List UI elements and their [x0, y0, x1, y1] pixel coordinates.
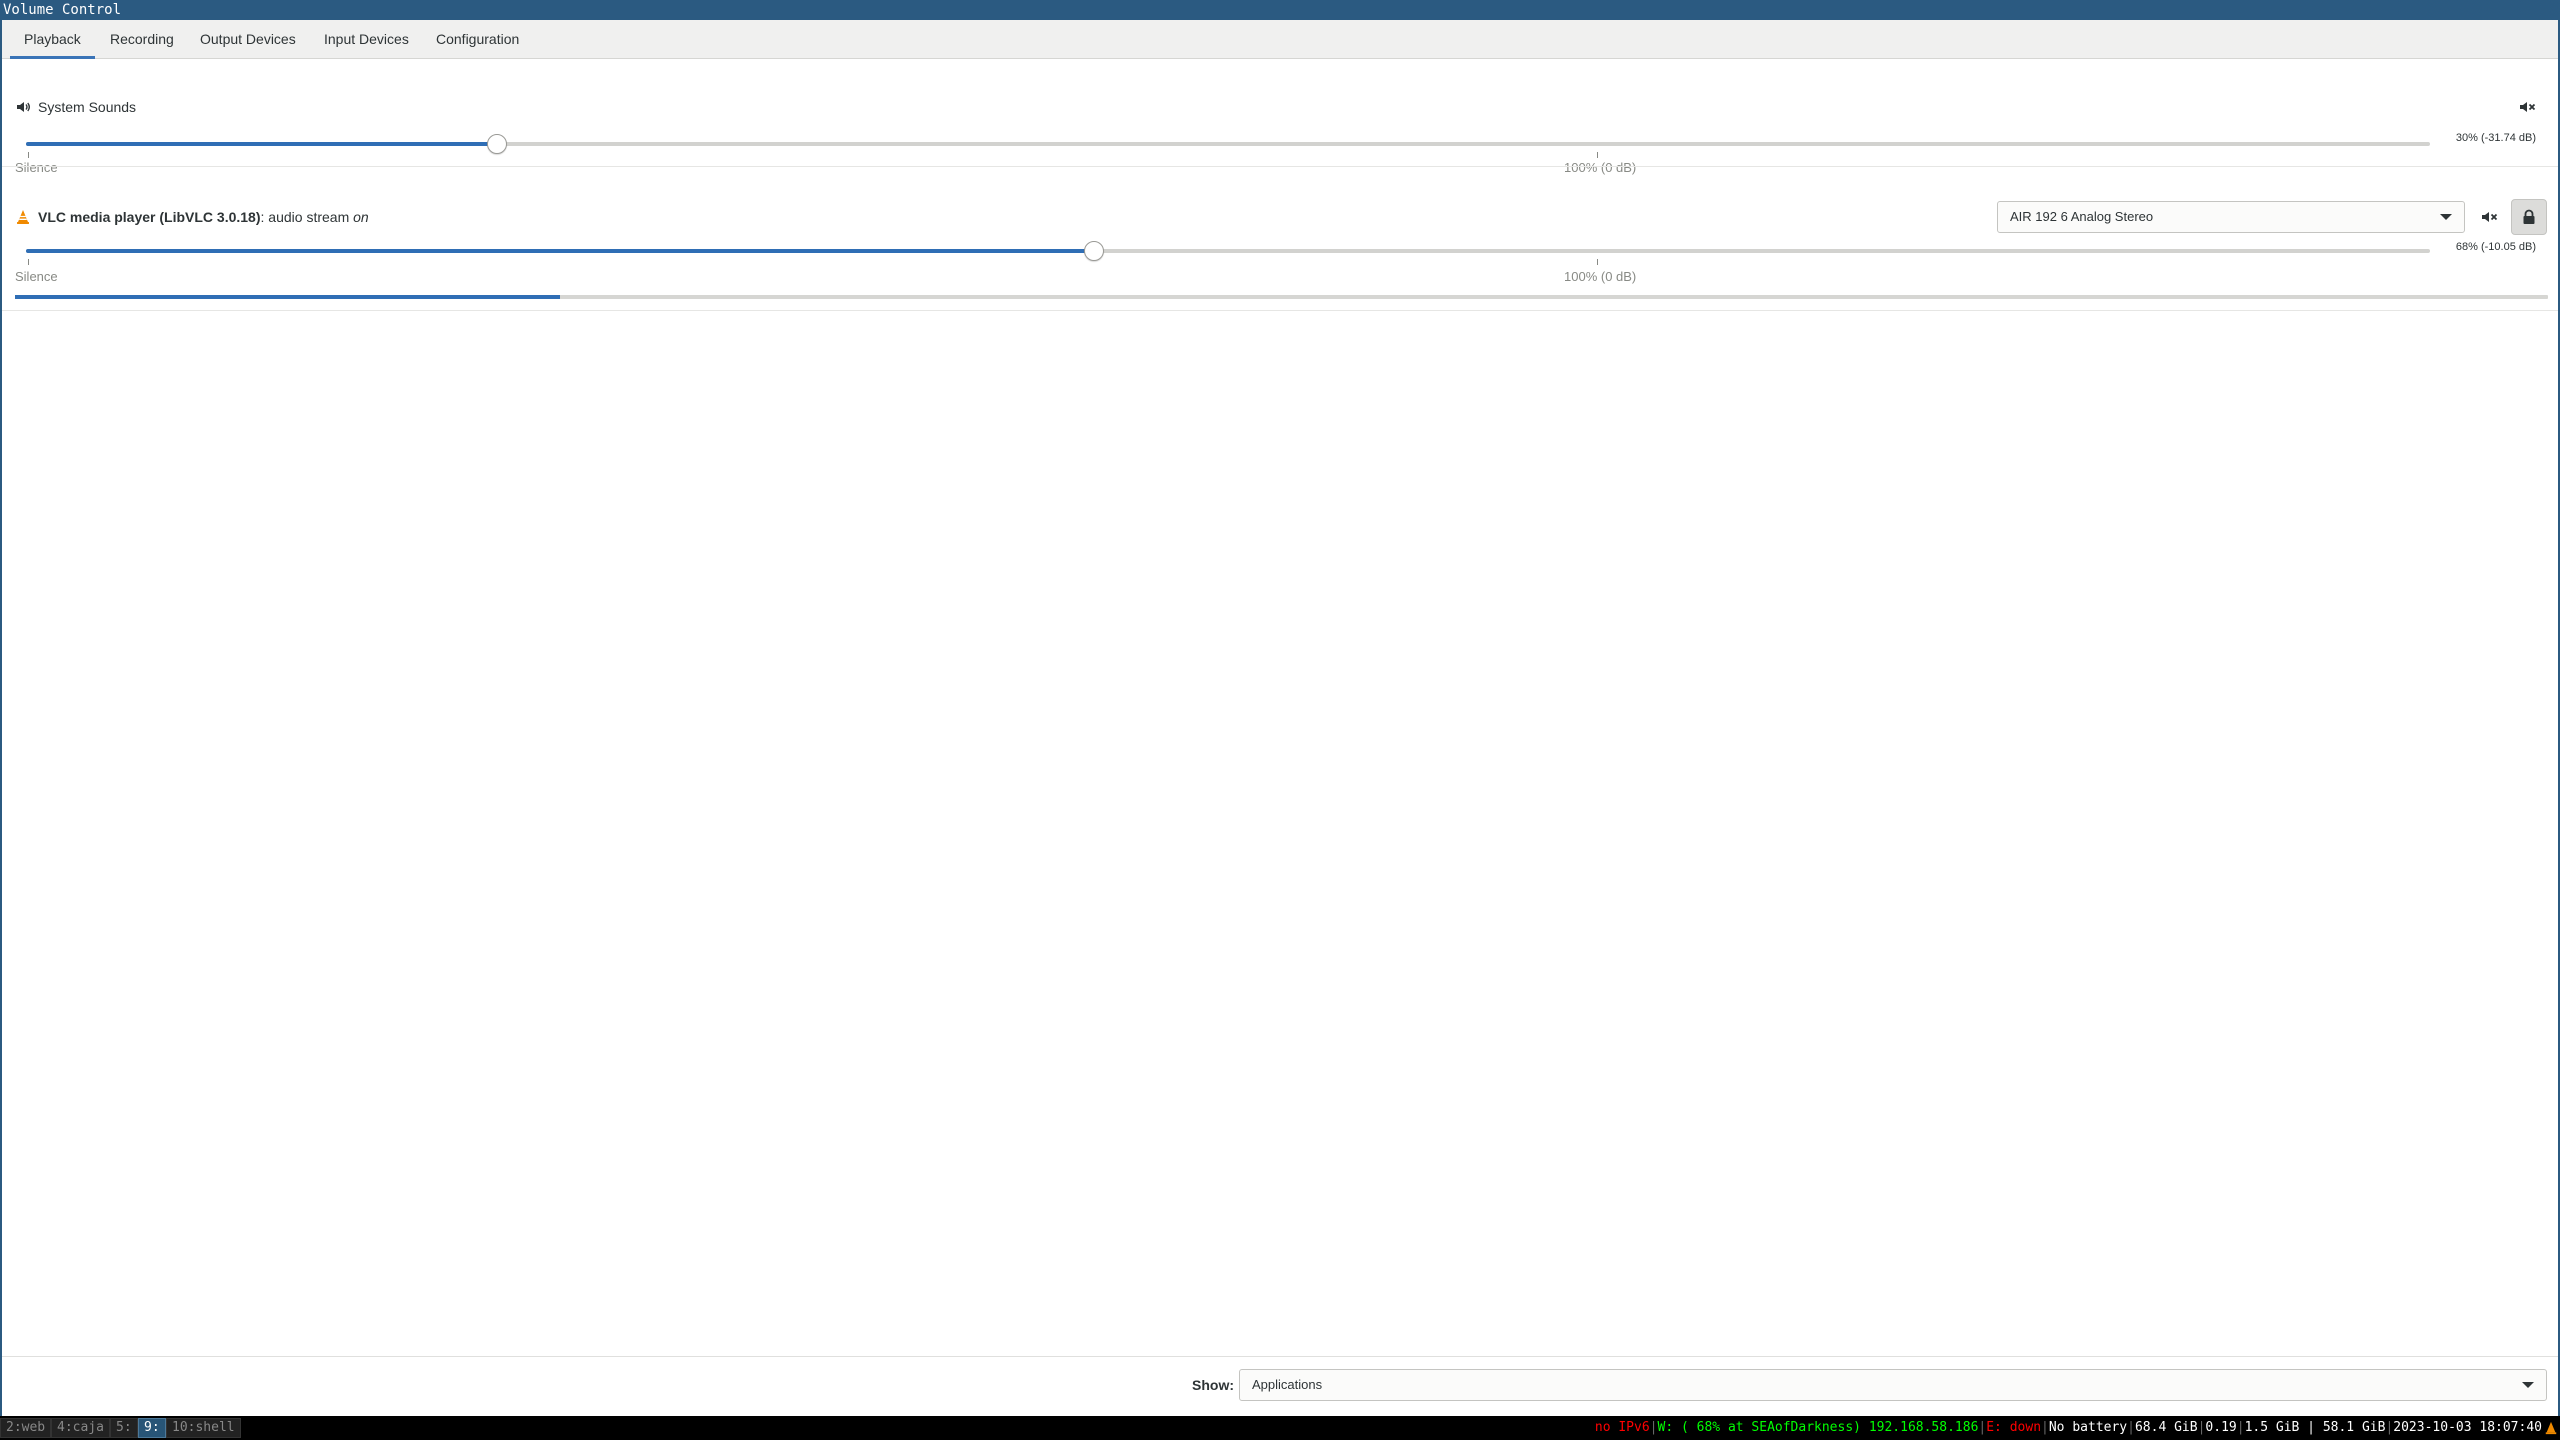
silence-tick — [28, 259, 29, 265]
volume-slider[interactable] — [26, 142, 2430, 146]
volume-readout: 68% (-10.05 dB) — [2455, 241, 2536, 253]
silence-label: Silence — [15, 269, 58, 284]
system-status-bar: 2:web 4:caja 5: 9: 10:shell no IPv6|W: (… — [0, 1416, 2560, 1440]
lock-channels-button[interactable] — [2511, 199, 2547, 235]
stream-row-vlc: VLC media player (LibVLC 3.0.18): audio … — [2, 167, 2558, 307]
volume-slider-knob[interactable] — [1084, 241, 1105, 261]
peak-meter — [15, 295, 2548, 299]
speaker-muted-icon — [2520, 102, 2536, 112]
unity-tick — [1597, 259, 1599, 265]
speaker-icon — [15, 99, 31, 115]
speaker-muted-icon — [2482, 212, 2498, 222]
mute-button[interactable] — [2472, 199, 2508, 235]
output-device-select[interactable]: AIR 192 6 Analog Stereo — [1997, 201, 2465, 233]
mute-button[interactable] — [2510, 89, 2546, 125]
wifi-status: W: ( 68% at SEAofDarkness) 192.168.58.18… — [1657, 1420, 1979, 1435]
battery-status: No battery — [2048, 1420, 2128, 1435]
vlc-tray-icon[interactable] — [2544, 1420, 2558, 1436]
tab-bar: Playback Recording Output Devices Input … — [2, 20, 2558, 59]
workspace-button-focused[interactable]: 9: — [138, 1418, 166, 1438]
window-title: Volume Control — [3, 2, 122, 18]
silence-tick — [28, 152, 29, 158]
unity-tick — [1597, 152, 1599, 158]
tab-configuration[interactable]: Configuration — [422, 20, 533, 59]
show-label: Show: — [1192, 1377, 1234, 1393]
row-separator — [2, 310, 2558, 311]
load-status: 0.19 — [2205, 1420, 2237, 1435]
output-device-value: AIR 192 6 Analog Stereo — [2010, 209, 2154, 224]
volume-slider[interactable] — [26, 249, 2430, 253]
stream-title: VLC media player (LibVLC 3.0.18): audio … — [38, 209, 369, 225]
volume-readout: 30% (-31.74 dB) — [2455, 132, 2536, 144]
ethernet-status: E: down — [1986, 1420, 2042, 1435]
disk-status: 68.4 GiB — [2134, 1420, 2198, 1435]
unity-label: 100% (0 dB) — [1564, 269, 1637, 284]
status-blocks: no IPv6|W: ( 68% at SEAofDarkness) 192.1… — [1594, 1420, 2542, 1435]
volume-slider-fill — [26, 249, 1095, 253]
tab-output-devices[interactable]: Output Devices — [186, 20, 310, 59]
tab-playback[interactable]: Playback — [10, 20, 95, 59]
workspace-button[interactable]: 10:shell — [166, 1418, 241, 1438]
stream-status: on — [353, 209, 369, 225]
tab-recording[interactable]: Recording — [96, 20, 188, 59]
show-filter-select[interactable]: Applications — [1239, 1369, 2547, 1401]
volume-slider-knob[interactable] — [487, 134, 508, 154]
chevron-down-icon — [2522, 1382, 2534, 1388]
stream-app-name: VLC media player (LibVLC 3.0.18) — [38, 209, 261, 225]
show-filter-value: Applications — [1252, 1377, 1323, 1392]
volume-slider-fill — [26, 142, 498, 146]
workspace-button[interactable]: 4:caja — [51, 1418, 110, 1438]
bottom-bar: Show: Applications — [2, 1356, 2558, 1414]
tab-input-devices[interactable]: Input Devices — [310, 20, 423, 59]
lock-icon — [2523, 209, 2535, 224]
workspace-button[interactable]: 5: — [110, 1418, 138, 1438]
workspace-button[interactable]: 2:web — [0, 1418, 52, 1438]
memory-status: 1.5 GiB | 58.1 GiB — [2244, 1420, 2386, 1435]
vlc-cone-icon — [15, 209, 31, 225]
volume-control-window: Playback Recording Output Devices Input … — [0, 20, 2560, 1416]
ipv6-status: no IPv6 — [1594, 1420, 1650, 1435]
datetime-status: 2023-10-03 18:07:40 — [2393, 1420, 2542, 1435]
stream-name: audio stream — [268, 209, 350, 225]
peak-meter-fill — [15, 295, 560, 299]
window-title-bar: Volume Control — [0, 0, 2560, 20]
chevron-down-icon — [2440, 214, 2452, 220]
stream-name: System Sounds — [38, 99, 137, 115]
